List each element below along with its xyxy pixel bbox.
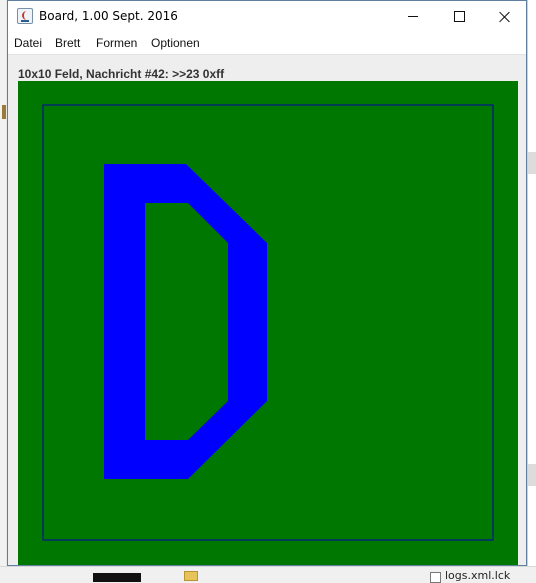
menu-optionen[interactable]: Optionen (151, 36, 200, 50)
background-toolbar-fragment-2 (528, 464, 536, 486)
background-window-panel (527, 0, 536, 582)
background-window-edge (0, 0, 6, 582)
close-button[interactable] (482, 1, 528, 32)
maximize-button[interactable] (436, 1, 482, 32)
title-bar[interactable]: Board, 1.00 Sept. 2016 (8, 1, 526, 32)
window-title: Board, 1.00 Sept. 2016 (39, 9, 178, 23)
minimize-icon (408, 16, 418, 17)
minimize-button[interactable] (390, 1, 436, 32)
maximize-icon (453, 11, 465, 22)
board-background (18, 81, 518, 565)
folder-icon (184, 571, 198, 581)
close-icon (499, 11, 511, 23)
menu-formen[interactable]: Formen (96, 36, 137, 50)
content-pane: 10x10 Feld, Nachricht #42: >>23 0xff (8, 55, 526, 565)
menu-bar: Datei Brett Formen Optionen (8, 32, 526, 55)
board-window: Board, 1.00 Sept. 2016 Datei Brett Forme… (7, 0, 527, 566)
background-icon-fragment (2, 105, 6, 119)
background-file-label[interactable]: logs.xml.lck (445, 569, 510, 582)
menu-datei[interactable]: Datei (14, 36, 42, 50)
board-canvas[interactable] (8, 55, 526, 565)
background-toolbar-fragment (528, 152, 536, 174)
background-thumbnail (93, 573, 141, 582)
background-checkbox[interactable] (430, 572, 441, 583)
java-app-icon (17, 8, 33, 24)
menu-brett[interactable]: Brett (55, 36, 80, 50)
